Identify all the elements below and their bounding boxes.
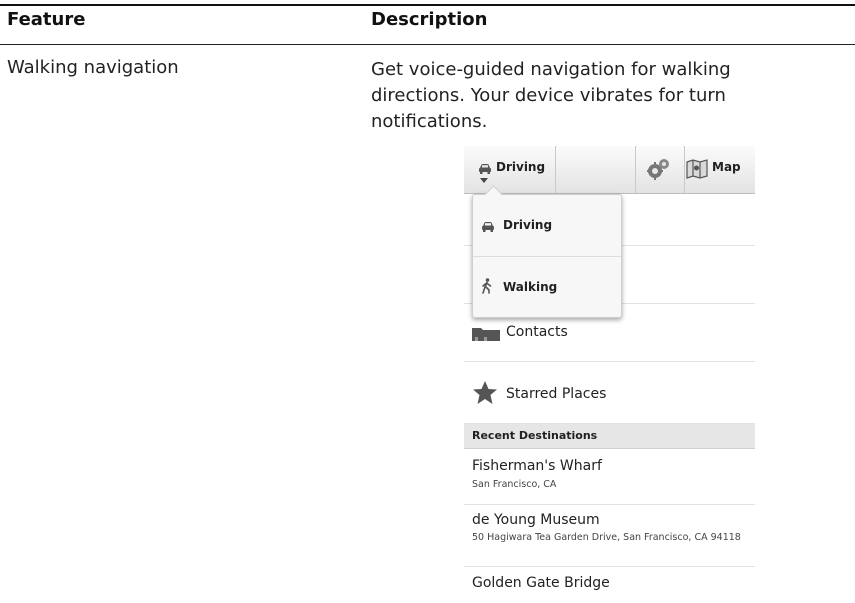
travel-mode-button[interactable]: Driving [464,146,555,193]
feature-column-header: Feature [7,9,86,30]
destination-name: Golden Gate Bridge [472,575,610,591]
map-icon [686,159,708,179]
contacts-icon [472,326,500,345]
dropdown-item-driving[interactable]: Driving [473,195,621,255]
destination-name: Fisherman's Wharf [472,458,602,474]
recent-destinations-header: Recent Destinations [464,424,755,449]
section-heading: Recent Destinations [472,429,598,442]
table-top-rule [0,4,855,6]
feature-cell: Walking navigation [7,57,179,78]
navigation-screenshot: Driving Map Contacts Starred Places Rece… [464,146,755,603]
gears-icon [647,159,669,180]
starred-places-item[interactable]: Starred Places [464,362,755,424]
map-button[interactable]: Map [685,146,755,193]
toolbar: Driving Map [464,146,755,194]
travel-mode-label: Driving [496,160,546,174]
dropdown-item-label: Driving [503,218,553,232]
car-icon [481,218,495,237]
car-icon [478,160,492,179]
walking-person-icon [481,278,493,298]
toolbar-divider [555,146,556,193]
dropdown-item-label: Walking [503,280,558,294]
travel-mode-dropdown: Driving Walking [472,185,622,318]
starred-places-label: Starred Places [506,386,607,402]
destination-address: 50 Hagiwara Tea Garden Drive, San Franci… [472,532,741,543]
star-icon [472,380,498,409]
recent-destination-item[interactable]: Fisherman's Wharf San Francisco, CA [464,449,755,505]
contacts-label: Contacts [506,324,568,340]
header-rule [0,44,855,45]
dropdown-item-walking[interactable]: Walking [473,257,621,317]
destination-name: de Young Museum [472,512,600,528]
recent-destination-item[interactable]: Golden Gate Bridge [464,567,755,603]
description-cell: Get voice-guided navigation for walking … [371,59,731,132]
destination-address: San Francisco, CA [472,479,557,490]
settings-button[interactable] [636,146,684,193]
map-label: Map [712,160,741,174]
recent-destination-item[interactable]: de Young Museum 50 Hagiwara Tea Garden D… [464,505,755,567]
chevron-down-icon [480,178,488,183]
description-column-header: Description [371,9,488,30]
